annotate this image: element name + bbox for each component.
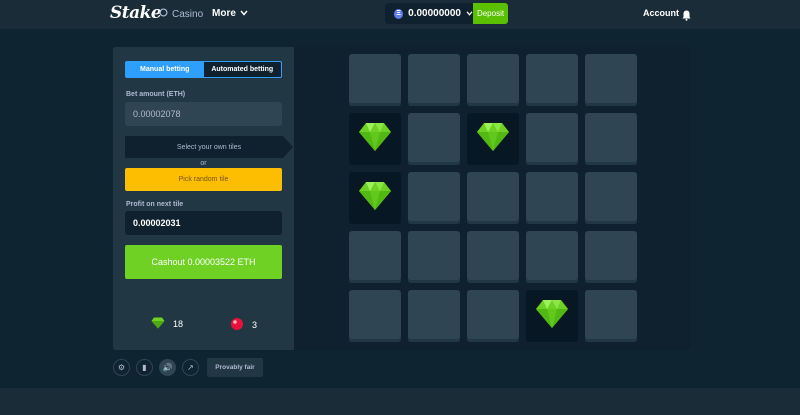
casino-icon <box>159 8 168 20</box>
mines-game: Manual betting Automated betting Bet amo… <box>113 47 691 350</box>
tile-hidden[interactable] <box>467 231 519 283</box>
tile-hidden[interactable] <box>526 113 578 165</box>
tile-hidden[interactable] <box>408 172 460 224</box>
gear-icon: ⚙ <box>117 363 126 372</box>
mines-count: 3 <box>252 320 258 330</box>
account-button[interactable]: Account <box>643 8 679 18</box>
cashout-button[interactable]: Cashout 0.00003522 ETH <box>125 245 282 279</box>
gem-icon <box>534 298 570 335</box>
nav-more[interactable]: More <box>212 8 248 19</box>
speaker-icon: 🔊 <box>162 363 173 372</box>
gem-icon <box>475 121 511 158</box>
tile-hidden[interactable] <box>467 290 519 342</box>
stake-logo[interactable]: Stake <box>110 3 162 23</box>
gem-icon <box>357 180 393 217</box>
tile-hidden[interactable] <box>467 172 519 224</box>
mine-icon <box>230 317 244 333</box>
tile-hidden[interactable] <box>349 54 401 106</box>
notification-bell-icon[interactable] <box>682 8 691 26</box>
stats-button[interactable]: ▮ <box>136 359 153 376</box>
gem-icon <box>151 317 165 331</box>
balance-value: 0.00000000 <box>408 8 461 19</box>
gems-remaining: 18 <box>151 317 183 331</box>
tile-hidden[interactable] <box>408 113 460 165</box>
profit-value-field: 0.00002031 <box>125 211 282 235</box>
or-divider: or <box>200 160 207 167</box>
tile-hidden[interactable] <box>585 172 637 224</box>
tile-grid <box>349 54 637 342</box>
line-chart-icon: ↗ <box>187 363 194 372</box>
tile-gem-revealed[interactable] <box>349 113 401 165</box>
live-stats-button[interactable]: ↗ <box>182 359 199 376</box>
tile-hidden[interactable] <box>585 54 637 106</box>
gems-count: 18 <box>173 319 184 329</box>
nav-casino-label: Casino <box>172 8 204 20</box>
settings-button[interactable]: ⚙ <box>113 359 130 376</box>
tile-hidden[interactable] <box>585 231 637 283</box>
deposit-button[interactable]: Deposit <box>473 3 508 24</box>
select-tiles-hint: Select your own tiles <box>176 143 242 151</box>
tile-hidden[interactable] <box>526 231 578 283</box>
bet-sidebar: Manual betting Automated betting Bet amo… <box>113 47 294 350</box>
tab-manual-betting[interactable]: Manual betting <box>126 62 204 77</box>
bet-amount-input[interactable]: 0.00002078 <box>125 102 282 126</box>
gem-icon <box>357 121 393 158</box>
tile-board <box>294 47 691 350</box>
balance-selector[interactable]: Ξ 0.00000000 <box>385 3 473 24</box>
provably-fair-button[interactable]: Provably fair <box>207 358 263 377</box>
tab-automated-betting[interactable]: Automated betting <box>204 62 282 77</box>
tile-hidden[interactable] <box>349 290 401 342</box>
tile-hidden[interactable] <box>408 54 460 106</box>
tile-hidden[interactable] <box>408 290 460 342</box>
tile-hidden[interactable] <box>349 231 401 283</box>
chevron-down-icon <box>466 8 473 19</box>
tile-hidden[interactable] <box>585 290 637 342</box>
tile-gem-revealed[interactable] <box>526 290 578 342</box>
nav-more-label: More <box>212 8 236 19</box>
eth-icon: Ξ <box>394 8 404 19</box>
mines-remaining: 3 <box>230 317 257 333</box>
nav-casino[interactable]: Casino <box>159 8 203 20</box>
tile-hidden[interactable] <box>585 113 637 165</box>
chevron-down-icon <box>240 8 248 19</box>
tile-gem-revealed[interactable] <box>349 172 401 224</box>
tile-hidden[interactable] <box>526 172 578 224</box>
tile-hidden[interactable] <box>467 54 519 106</box>
sound-button[interactable]: 🔊 <box>159 359 176 376</box>
pick-random-tile-button[interactable]: Pick random tile <box>125 168 282 191</box>
tile-hidden[interactable] <box>526 54 578 106</box>
tile-gem-revealed[interactable] <box>467 113 519 165</box>
bet-amount-label: Bet amount (ETH) <box>126 91 186 98</box>
wallet: Ξ 0.00000000 Deposit <box>385 3 508 24</box>
tile-hidden[interactable] <box>408 231 460 283</box>
top-header: Stake Casino More Ξ 0.00000000 Deposit A… <box>0 0 800 29</box>
bar-chart-icon: ▮ <box>142 363 147 372</box>
page-footer <box>0 388 800 415</box>
betting-mode-tabs: Manual betting Automated betting <box>125 61 282 78</box>
profit-label: Profit on next tile <box>126 201 184 208</box>
